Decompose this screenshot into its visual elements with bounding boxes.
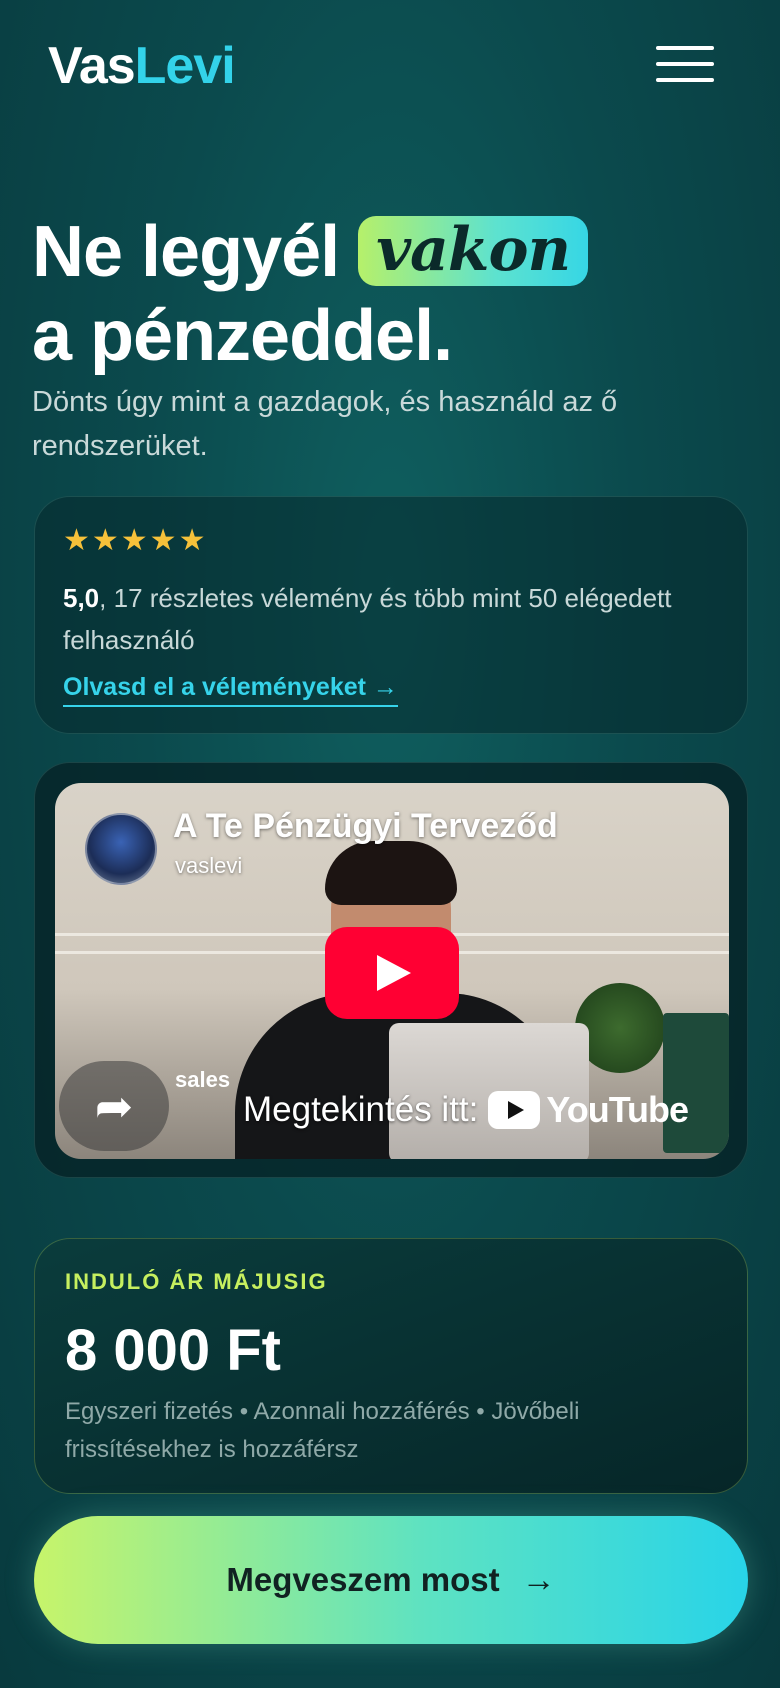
site-header: VasLevi — [0, 0, 780, 130]
arrow-right-icon: → — [521, 1560, 556, 1599]
person-hair-image — [325, 841, 457, 905]
read-reviews-link[interactable]: Olvasd el a véleményeket → — [63, 673, 398, 707]
review-card: ★★★★★ 5,0, 17 részletes vélemény és több… — [34, 496, 748, 734]
star-rating-icon: ★★★★★ — [63, 524, 208, 557]
hero-title-highlight: vakon — [358, 216, 589, 286]
logo-part-levi: Levi — [134, 37, 236, 95]
price-note: Egyszeri fizetés • Azonnali hozzáférés •… — [65, 1398, 580, 1463]
menu-bar — [656, 46, 714, 50]
review-count-text: , 17 részletes vélemény és több mint 50 … — [63, 583, 672, 655]
video-card: A Te Pénzügyi Terveződ vaslevi ➦ sales M… — [34, 762, 748, 1178]
youtube-logo-icon — [488, 1091, 541, 1129]
hero-title-start: Ne legyél — [32, 212, 340, 292]
rating-value: 5,0 — [63, 583, 100, 613]
video-overlay-label: sales — [175, 1067, 231, 1092]
video-channel-name[interactable]: vaslevi — [175, 853, 242, 879]
pricing-card: INDULÓ ÁR MÁJUSIG 8 000 Ft Egyszeri fize… — [34, 1238, 748, 1494]
buy-now-button[interactable]: Megveszem most → — [34, 1516, 748, 1644]
hamburger-menu-icon[interactable] — [656, 44, 716, 84]
price-label: INDULÓ ÁR MÁJUSIG — [65, 1269, 328, 1294]
share-arrow-icon[interactable]: ➦ — [59, 1061, 169, 1151]
youtube-video-embed[interactable]: A Te Pénzügyi Terveződ vaslevi ➦ sales M… — [55, 783, 729, 1159]
hero-subtitle: Dönts úgy mint a gazdagok, és használd a… — [32, 386, 618, 462]
price-value: 8 000 Ft — [65, 1318, 281, 1383]
hero-title: Ne legyél vakon a pénzeddel. — [32, 210, 752, 378]
logo[interactable]: VasLevi — [48, 36, 236, 96]
play-button[interactable] — [325, 927, 459, 1019]
watch-on-label: Megtekintés itt: — [243, 1090, 479, 1129]
menu-bar — [656, 78, 714, 82]
review-summary: 5,0, 17 részletes vélemény és több mint … — [63, 577, 723, 661]
hero-title-end: a pénzeddel. — [32, 296, 453, 376]
video-title[interactable]: A Te Pénzügyi Terveződ — [173, 807, 558, 846]
channel-avatar[interactable] — [85, 813, 157, 885]
watch-on-youtube-button[interactable]: Megtekintés itt: YouTube — [243, 1085, 689, 1135]
menu-bar — [656, 62, 714, 66]
buy-now-label: Megveszem most — [226, 1561, 500, 1598]
youtube-wordmark: YouTube — [546, 1089, 689, 1130]
logo-part-vas: Vas — [48, 37, 136, 95]
